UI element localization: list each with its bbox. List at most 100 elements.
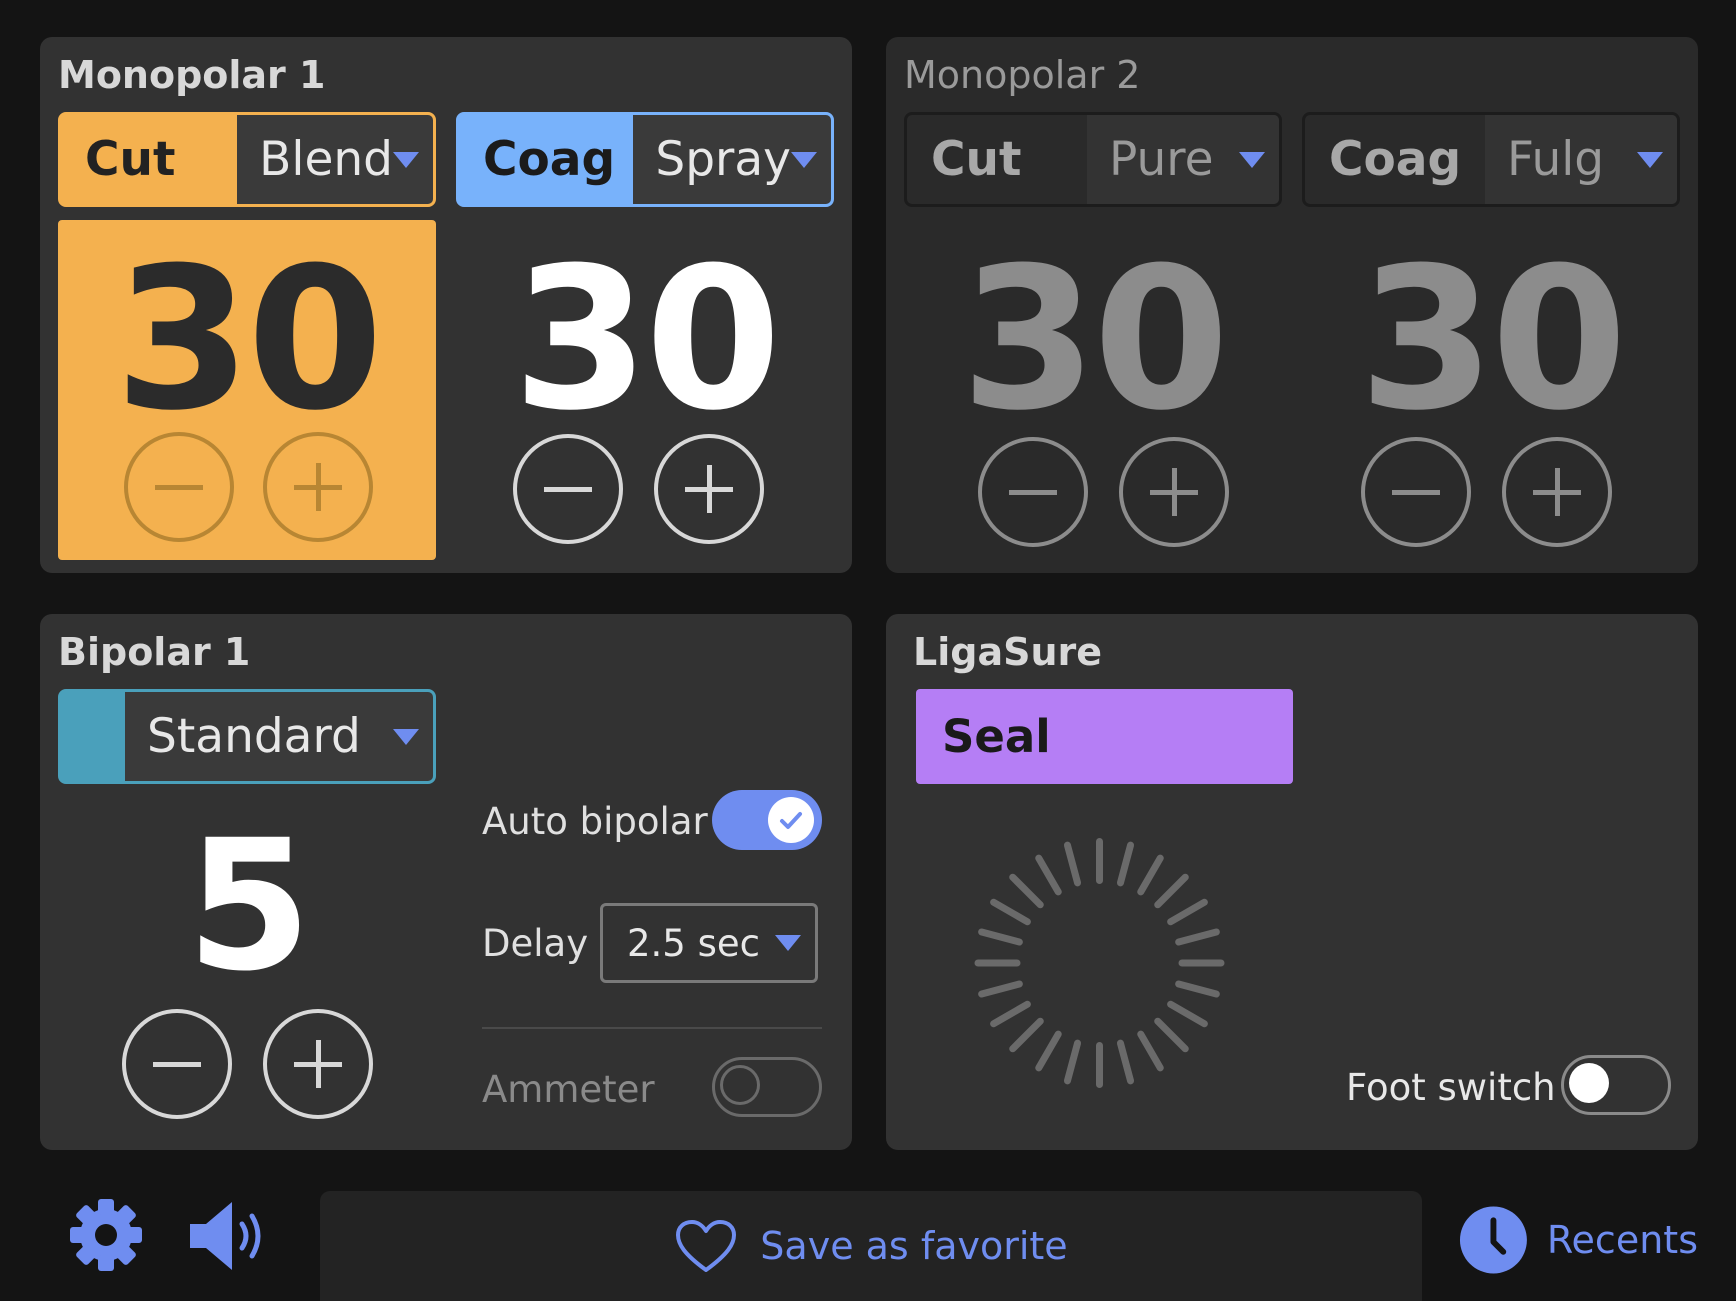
divider	[482, 1027, 822, 1029]
spinner-tick	[1008, 872, 1046, 910]
monopolar2-title: Monopolar 2	[904, 53, 1141, 97]
monopolar2-coag-value-box: 30	[1302, 220, 1680, 560]
spinner-tick	[1095, 1042, 1103, 1088]
foot-switch-label: Foot switch	[1346, 1066, 1556, 1109]
delay-value: 2.5 sec	[627, 921, 760, 965]
monopolar1-coag-decrease-button[interactable]	[513, 434, 623, 544]
spinner-tick	[988, 999, 1033, 1029]
delay-label: Delay	[482, 922, 589, 965]
recents-button[interactable]: Recents	[1458, 1202, 1698, 1278]
ligasure-mode-button[interactable]: Seal	[916, 689, 1293, 784]
spinner-tick	[988, 897, 1033, 927]
spinner-tick	[977, 927, 1024, 946]
toggle-knob	[768, 797, 814, 843]
monopolar2-coag-label: Coag	[1329, 132, 1462, 187]
minus-icon	[1009, 468, 1057, 516]
spinner-tick	[1008, 1016, 1046, 1054]
monopolar1-coag-value-box: 30	[456, 220, 834, 560]
auto-bipolar-label: Auto bipolar	[482, 800, 708, 843]
monopolar2-cut-label: Cut	[931, 132, 1022, 187]
monopolar1-cut-decrease-button[interactable]	[124, 432, 234, 542]
settings-button[interactable]	[64, 1193, 148, 1277]
spinner-tick	[1116, 841, 1135, 888]
chevron-down-icon	[1239, 151, 1265, 168]
monopolar2-cut-value: 30	[960, 226, 1230, 454]
bipolar1-mode-dropdown[interactable]: Standard	[125, 692, 433, 781]
chevron-down-icon	[393, 151, 419, 168]
minus-icon	[1392, 468, 1440, 516]
ammeter-label: Ammeter	[482, 1068, 655, 1111]
ligasure-title: LigaSure	[913, 630, 1103, 674]
bipolar1-increase-button[interactable]	[263, 1009, 373, 1119]
auto-bipolar-toggle[interactable]	[712, 790, 822, 850]
spinner-tick	[1095, 838, 1103, 884]
monopolar1-cut-value: 30	[114, 226, 384, 454]
spinner-tick	[1165, 897, 1209, 927]
bipolar1-value-box: 5	[58, 797, 436, 1137]
clock-icon	[1459, 1206, 1527, 1274]
bipolar1-mode-selector[interactable]: Standard	[58, 689, 436, 784]
foot-switch-toggle[interactable]	[1561, 1055, 1671, 1115]
chevron-down-icon	[393, 728, 419, 745]
check-icon	[780, 812, 802, 829]
monopolar2-cut-decrease-button[interactable]	[978, 437, 1088, 547]
toggle-knob	[720, 1065, 760, 1105]
chevron-down-icon	[791, 151, 817, 168]
spinner-tick	[1063, 1038, 1082, 1085]
recents-label: Recents	[1546, 1218, 1698, 1262]
bipolar1-decrease-button[interactable]	[122, 1009, 232, 1119]
monopolar2-coag-value: 30	[1358, 226, 1628, 454]
monopolar2-panel[interactable]: Monopolar 2 Cut Pure 30 Coag Fulg 30	[886, 37, 1698, 573]
save-favorite-label: Save as favorite	[760, 1224, 1068, 1268]
bipolar1-panel: Bipolar 1 Standard 5 Auto bipolar Delay …	[40, 614, 852, 1150]
spinner-tick	[1152, 872, 1190, 910]
monopolar2-cut-mode-dropdown[interactable]: Pure	[1087, 115, 1279, 204]
monopolar2-cut-increase-button[interactable]	[1119, 437, 1229, 547]
monopolar1-coag-mode-dropdown[interactable]: Spray	[633, 115, 831, 204]
save-favorite-button[interactable]: Save as favorite	[320, 1191, 1422, 1301]
spinner-tick	[1116, 1038, 1135, 1085]
monopolar2-coag-increase-button[interactable]	[1502, 437, 1612, 547]
spinner-tick	[1174, 927, 1221, 946]
speaker-icon	[190, 1202, 261, 1270]
spinner-tick	[974, 959, 1020, 967]
spinner-tick	[977, 980, 1024, 999]
monopolar2-cut-selector[interactable]: Cut Pure	[904, 112, 1282, 207]
loading-spinner	[964, 828, 1234, 1098]
delay-dropdown[interactable]: 2.5 sec	[600, 903, 818, 983]
monopolar2-coag-selector[interactable]: Coag Fulg	[1302, 112, 1680, 207]
bipolar1-title: Bipolar 1	[58, 630, 251, 674]
spinner-tick	[1165, 999, 1209, 1029]
plus-icon	[294, 463, 342, 511]
bipolar1-mode-value: Standard	[147, 709, 361, 764]
volume-button[interactable]	[188, 1196, 270, 1276]
bipolar1-value: 5	[186, 802, 311, 1011]
ammeter-toggle[interactable]	[712, 1057, 822, 1117]
plus-icon	[685, 465, 733, 513]
spinner-tick	[1135, 852, 1165, 897]
spinner-tick	[1033, 852, 1063, 897]
monopolar1-cut-selector[interactable]: Cut Blend	[58, 112, 436, 207]
monopolar1-cut-increase-button[interactable]	[263, 432, 373, 542]
ligasure-mode-label: Seal	[942, 710, 1051, 763]
minus-icon	[153, 1040, 201, 1088]
plus-icon	[1150, 468, 1198, 516]
monopolar2-coag-mode-dropdown[interactable]: Fulg	[1485, 115, 1677, 204]
spinner-tick	[1178, 959, 1224, 967]
minus-icon	[544, 465, 592, 513]
heart-icon	[676, 1220, 737, 1272]
monopolar2-coag-mode-value: Fulg	[1507, 132, 1605, 187]
monopolar1-coag-selector[interactable]: Coag Spray	[456, 112, 834, 207]
bipolar1-accent	[61, 692, 125, 781]
chevron-down-icon	[1637, 151, 1663, 168]
ligasure-panel: LigaSure Seal Foot switch	[886, 614, 1698, 1150]
minus-icon	[155, 463, 203, 511]
monopolar1-coag-increase-button[interactable]	[654, 434, 764, 544]
monopolar1-coag-value: 30	[512, 226, 782, 454]
monopolar1-panel: Monopolar 1 Cut Blend 30 Coag Spray 30	[40, 37, 852, 573]
monopolar2-coag-decrease-button[interactable]	[1361, 437, 1471, 547]
spinner-tick	[1174, 980, 1221, 999]
chevron-down-icon	[775, 935, 801, 951]
monopolar1-cut-mode-dropdown[interactable]: Blend	[237, 115, 433, 204]
plus-icon	[1533, 468, 1581, 516]
